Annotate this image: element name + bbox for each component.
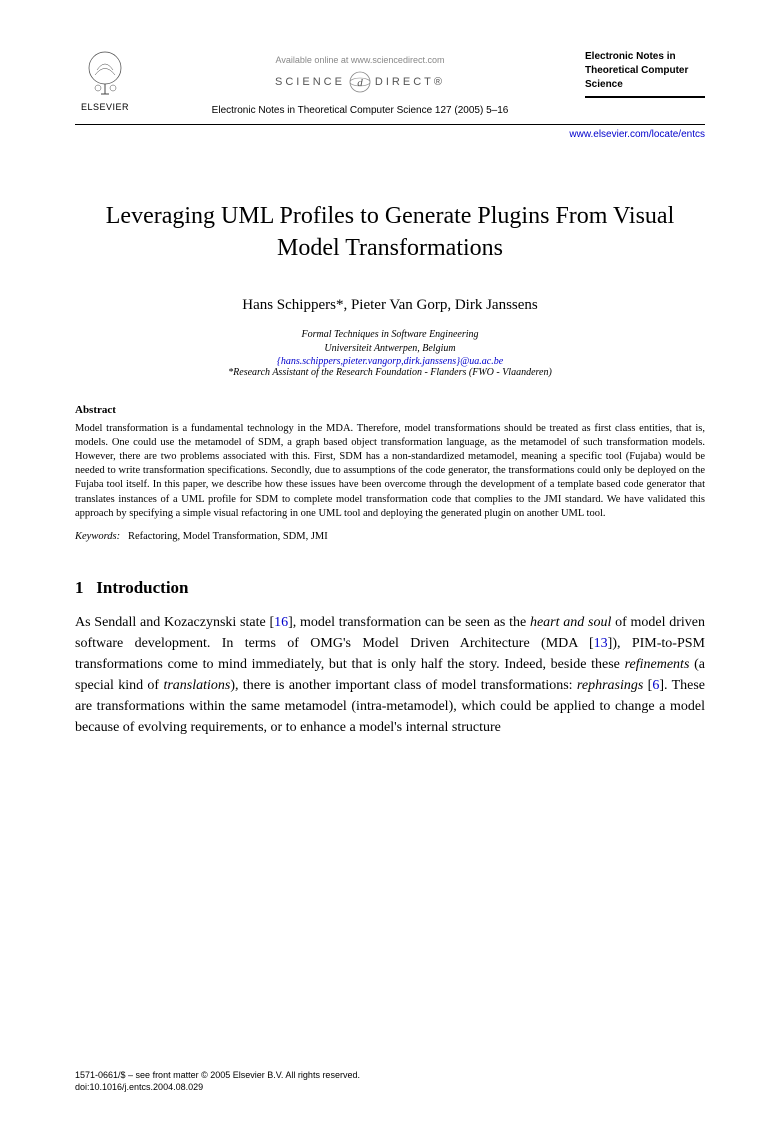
- funding-note: *Research Assistant of the Research Foun…: [75, 367, 705, 378]
- sd-orb-icon: d: [349, 71, 371, 93]
- locate-link[interactable]: www.elsevier.com/locate/entcs: [75, 129, 705, 140]
- journal-box: Electronic Notes in Theoretical Computer…: [585, 50, 705, 98]
- sd-right: DIRECT®: [375, 76, 445, 88]
- elsevier-tree-icon: [83, 50, 128, 100]
- section-1-heading: 1 Introduction: [75, 578, 705, 598]
- citation-13[interactable]: 13: [594, 636, 608, 651]
- publisher-logo: ELSEVIER: [75, 50, 135, 112]
- intro-paragraph: As Sendall and Kozaczynski state [16], m…: [75, 612, 705, 738]
- keywords-line: Keywords: Refactoring, Model Transformat…: [75, 531, 705, 542]
- keywords-list: Refactoring, Model Transformation, SDM, …: [128, 531, 328, 542]
- author-emails[interactable]: {hans.schippers,pieter.vangorp,dirk.jans…: [75, 356, 705, 367]
- available-online: Available online at www.sciencedirect.co…: [135, 55, 585, 65]
- footer: 1571-0661/$ – see front matter © 2005 El…: [75, 1069, 705, 1094]
- section-number: 1: [75, 578, 84, 597]
- abstract-text: Model transformation is a fundamental te…: [75, 422, 705, 521]
- copyright-line: 1571-0661/$ – see front matter © 2005 El…: [75, 1069, 705, 1082]
- journal-name: Electronic Notes in Theoretical Computer…: [585, 50, 705, 92]
- header-divider: [75, 124, 705, 125]
- sciencedirect-logo: SCIENCE d DIRECT®: [135, 71, 585, 93]
- page-header: ELSEVIER Available online at www.science…: [75, 50, 705, 116]
- keywords-label: Keywords:: [75, 531, 120, 542]
- section-title: Introduction: [96, 578, 188, 597]
- citation-16[interactable]: 16: [274, 615, 288, 630]
- affiliation-dept: Formal Techniques in Software Engineerin…: [75, 328, 705, 342]
- doi-line: doi:10.1016/j.entcs.2004.08.029: [75, 1081, 705, 1094]
- authors: Hans Schippers*, Pieter Van Gorp, Dirk J…: [75, 297, 705, 314]
- citation: Electronic Notes in Theoretical Computer…: [135, 105, 585, 116]
- abstract-heading: Abstract: [75, 404, 705, 416]
- affiliation-univ: Universiteit Antwerpen, Belgium: [75, 342, 705, 356]
- center-header: Available online at www.sciencedirect.co…: [135, 50, 585, 116]
- publisher-name: ELSEVIER: [81, 102, 129, 112]
- sd-left: SCIENCE: [275, 76, 345, 88]
- svg-text:d: d: [357, 77, 363, 89]
- paper-title: Leveraging UML Profiles to Generate Plug…: [75, 200, 705, 265]
